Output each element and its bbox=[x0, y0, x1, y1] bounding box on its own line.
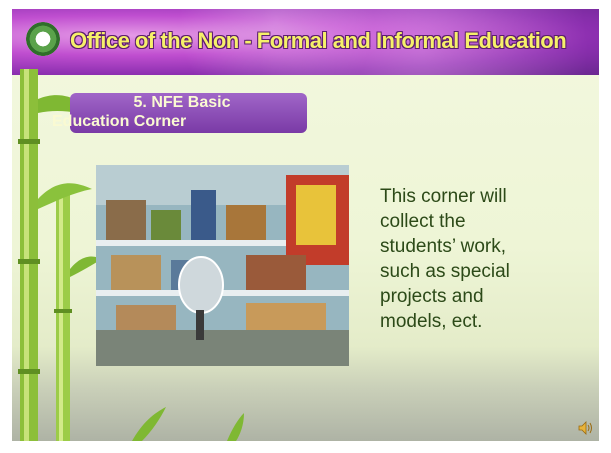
section-label: 5. NFE Basic Education Corner bbox=[52, 93, 312, 131]
logo-icon bbox=[26, 22, 60, 56]
description-line: This corner will bbox=[380, 186, 507, 207]
description-text: This corner will collect the students’ w… bbox=[380, 184, 585, 334]
bamboo-leaves-icon bbox=[132, 407, 244, 441]
slide: Office of the Non - Formal and Informal … bbox=[12, 9, 599, 441]
description-line: such as special bbox=[380, 261, 510, 282]
description-line: students’ work, bbox=[380, 236, 507, 257]
page-title: Office of the Non - Formal and Informal … bbox=[70, 28, 567, 53]
speaker-icon[interactable] bbox=[578, 421, 594, 435]
section-label-line2: Education Corner bbox=[52, 113, 187, 130]
classroom-photo bbox=[96, 165, 349, 366]
description-line: collect the bbox=[380, 211, 466, 232]
section-label-line1: 5. NFE Basic bbox=[133, 94, 231, 111]
description-line: projects and bbox=[380, 286, 484, 307]
description-line: models, ect. bbox=[380, 311, 483, 332]
